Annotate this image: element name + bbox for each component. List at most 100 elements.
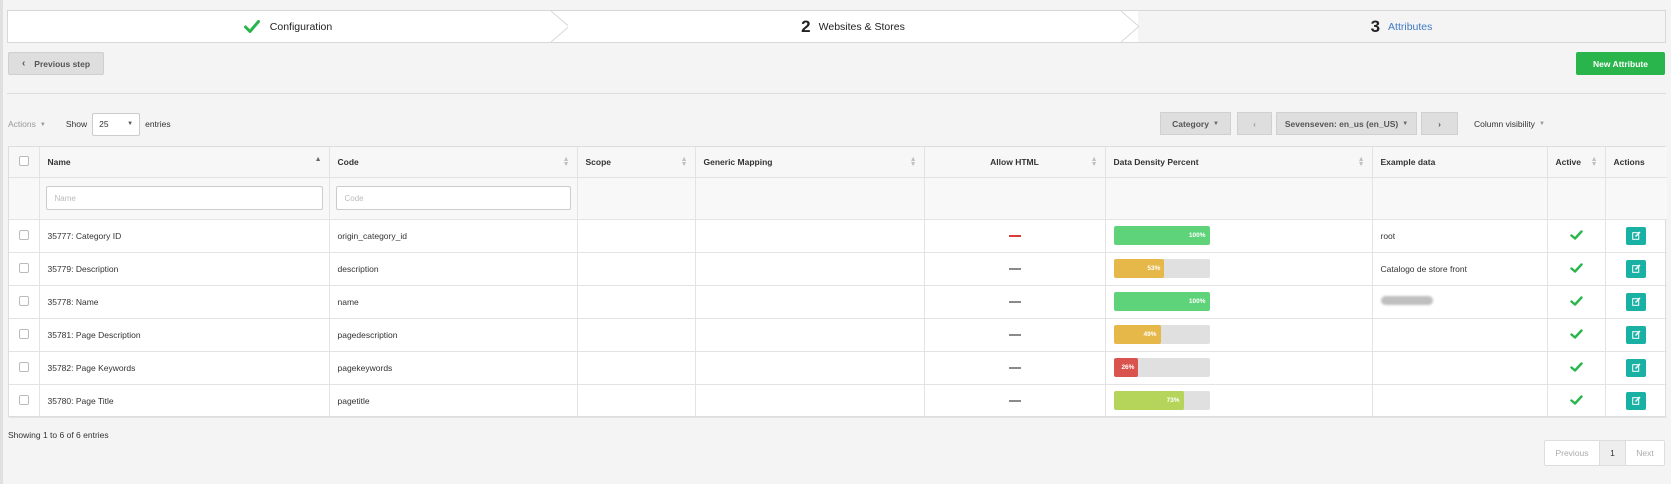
density-label: 49%: [1143, 331, 1157, 338]
check-icon: [1569, 328, 1583, 339]
allow-html-cell: [924, 318, 1106, 352]
density-bar-fill: 49%: [1113, 325, 1161, 344]
row-select-cell: [9, 219, 40, 253]
allow-html-cell: [924, 384, 1106, 418]
scope-cell: [577, 351, 696, 385]
row-checkbox[interactable]: [18, 328, 29, 339]
select-all-checkbox[interactable]: [18, 155, 29, 166]
store-prev-button[interactable]: ‹: [1237, 112, 1272, 135]
example-data-cell: [1372, 285, 1548, 319]
pagination-page[interactable]: 1: [1600, 441, 1626, 465]
edit-icon: [1631, 330, 1641, 339]
wizard-step-label: Attributes: [1388, 20, 1433, 33]
previous-step-button[interactable]: ‹ Previous step: [8, 52, 104, 75]
actions-cell: [1605, 219, 1667, 253]
new-attribute-button[interactable]: New Attribute: [1576, 52, 1665, 75]
allow-html-cell: [924, 285, 1106, 319]
density-bar-fill: 73%: [1113, 391, 1184, 410]
edit-icon: [1631, 297, 1641, 306]
density-bar: 100%: [1113, 292, 1210, 311]
col-generic-mapping-header[interactable]: Generic Mapping ▲ ▼: [695, 147, 925, 178]
actions-cell: [1605, 318, 1667, 352]
code-cell: pagekeywords: [329, 351, 578, 385]
filter-row: [9, 177, 1667, 220]
col-data-density-header[interactable]: Data Density Percent ▲ ▼: [1105, 147, 1373, 178]
allow-html-cell: [924, 351, 1106, 385]
row-select-cell: [9, 252, 40, 286]
edit-button[interactable]: [1626, 292, 1647, 311]
active-cell: [1547, 351, 1606, 385]
header-label: Example data: [1380, 156, 1436, 167]
filter-cell: [1605, 177, 1667, 220]
actions-dropdown[interactable]: Actions ▼: [8, 119, 46, 129]
col-active-header[interactable]: Active ▲ ▼: [1547, 147, 1606, 178]
show-label: Show: [65, 119, 88, 129]
col-name-header[interactable]: Name ▲: [39, 147, 330, 178]
wizard-step-websites-stores[interactable]: 2 Websites & Stores: [568, 11, 1139, 42]
allow-html-cell: [924, 252, 1106, 286]
filter-cell: [39, 177, 330, 220]
name-cell: 35782: Page Keywords: [39, 351, 330, 385]
divider: [7, 93, 1666, 94]
row-checkbox[interactable]: [18, 229, 29, 240]
chevron-right-icon: ›: [1438, 118, 1441, 129]
edit-button[interactable]: [1626, 391, 1647, 410]
category-dropdown[interactable]: Category ▼: [1160, 112, 1231, 135]
sort-icon: ▲ ▼: [1590, 156, 1598, 168]
scope-cell: [577, 285, 696, 319]
column-visibility-dropdown[interactable]: Column visibility ▼: [1474, 119, 1545, 129]
code-filter-input[interactable]: [335, 186, 571, 210]
name-filter-input[interactable]: [45, 186, 323, 210]
wizard-step-configuration[interactable]: Configuration: [8, 11, 569, 42]
density-bar: 26%: [1113, 358, 1210, 377]
check-icon: [1569, 361, 1583, 372]
density-label: 73%: [1166, 397, 1180, 404]
caret-down-icon: ▼: [1538, 121, 1545, 128]
generic-mapping-cell: [695, 318, 925, 352]
density-bar: 53%: [1113, 259, 1210, 278]
header-label: Code: [337, 156, 359, 167]
data-density-cell: 26%: [1105, 351, 1373, 385]
edit-icon: [1631, 231, 1641, 240]
store-dropdown[interactable]: Sevenseven: en_us (en_US) ▼: [1276, 112, 1417, 135]
sort-asc-icon: ▲: [314, 156, 322, 163]
pagination-next[interactable]: Next: [1626, 441, 1664, 465]
check-icon: [1569, 394, 1583, 405]
sort-icon: ▲ ▼: [1357, 156, 1365, 168]
row-checkbox[interactable]: [18, 262, 29, 273]
edit-button[interactable]: [1626, 259, 1647, 278]
example-value: Catalogo de store front: [1380, 263, 1467, 274]
wizard-step-number: 2: [801, 16, 811, 36]
edit-button[interactable]: [1626, 226, 1647, 245]
active-cell: [1547, 318, 1606, 352]
actions-label: Actions: [8, 119, 36, 129]
attributes-table: Name ▲ Code ▲ ▼ Scope ▲ ▼ Generic Mapping ▲ ▼ A…: [8, 146, 1667, 418]
row-checkbox[interactable]: [18, 295, 29, 306]
active-cell: [1547, 384, 1606, 418]
pagination-previous[interactable]: Previous: [1545, 441, 1600, 465]
pagination: Previous 1 Next: [1544, 440, 1665, 466]
code-cell: description: [329, 252, 578, 286]
table-row: 35782: Page Keywords pagekeywords 26%: [9, 351, 1667, 385]
example-data-cell: Catalogo de store front: [1372, 252, 1548, 286]
sort-icon: ▲ ▼: [909, 156, 917, 168]
caret-down-icon: ▼: [1212, 120, 1219, 127]
row-checkbox[interactable]: [18, 361, 29, 372]
entries-select[interactable]: 25 ▼: [92, 112, 141, 136]
caret-down-icon: ▼: [127, 121, 134, 127]
density-bar-fill: 100%: [1113, 226, 1210, 245]
col-allow-html-header[interactable]: Allow HTML ▲ ▼: [924, 147, 1106, 178]
col-code-header[interactable]: Code ▲ ▼: [329, 147, 578, 178]
edit-icon: [1631, 363, 1641, 372]
filter-cell: [924, 177, 1106, 220]
data-density-cell: 53%: [1105, 252, 1373, 286]
col-scope-header[interactable]: Scope ▲ ▼: [577, 147, 696, 178]
wizard-step-attributes[interactable]: 3 Attributes: [1138, 11, 1665, 42]
actions-cell: [1605, 351, 1667, 385]
edit-button[interactable]: [1626, 358, 1647, 377]
filter-cell: [9, 177, 40, 220]
store-next-button[interactable]: ›: [1421, 112, 1458, 135]
row-checkbox[interactable]: [18, 394, 29, 405]
edit-button[interactable]: [1626, 325, 1647, 344]
generic-mapping-cell: [695, 219, 925, 253]
